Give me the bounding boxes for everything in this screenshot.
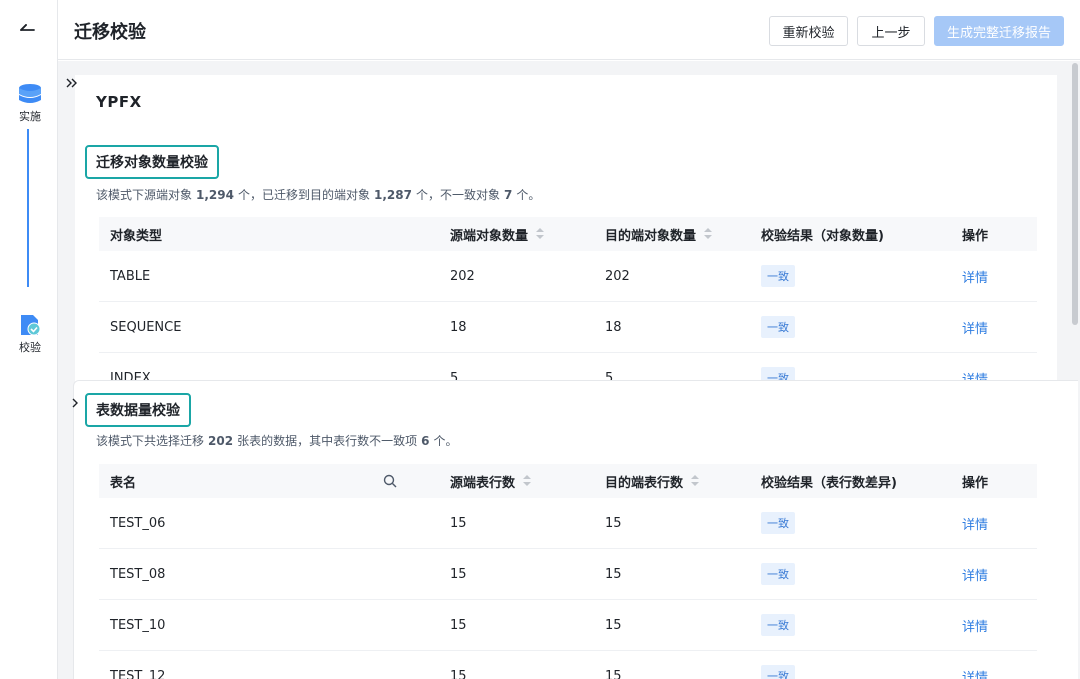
details-link[interactable]: 详情 (962, 600, 988, 650)
back-arrow-icon[interactable] (17, 19, 39, 41)
details-link[interactable]: 详情 (962, 651, 988, 679)
status-badge: 一致 (761, 265, 795, 287)
source-count: 18 (450, 319, 467, 335)
sort-icon[interactable] (536, 228, 545, 240)
sort-icon[interactable] (523, 475, 532, 487)
target-rows: 15 (605, 617, 622, 633)
database-icon (19, 84, 41, 103)
table-name: TEST_08 (110, 566, 166, 582)
sort-icon[interactable] (691, 475, 700, 487)
column-header: 操作 (962, 475, 989, 491)
target-count: 18 (605, 319, 622, 335)
chevron-right-icon[interactable] (70, 396, 80, 410)
target-count: 202 (605, 268, 630, 284)
previous-step-button[interactable]: 上一步 (857, 16, 925, 46)
status-badge: 一致 (761, 563, 795, 585)
source-count: 202 (450, 268, 475, 284)
column-header: 校验结果（表行数差异) (761, 475, 897, 491)
table-header: 表名 源端表行数 目的端表行数 校验结果（表行数差异) 操作 (99, 464, 1037, 498)
column-header: 表名 (110, 475, 137, 491)
scrollbar[interactable] (1072, 63, 1078, 325)
object-count-summary: 该模式下源端对象 1,294 个，已迁移到目的端对象 1,287 个，不一致对象 7 个。 (96, 188, 541, 202)
step-implement[interactable]: 实施 (9, 82, 51, 124)
status-badge: 一致 (761, 316, 795, 338)
details-link[interactable]: 详情 (962, 251, 988, 301)
source-rows: 15 (450, 566, 467, 582)
source-rows: 15 (450, 668, 467, 679)
file-check-icon (21, 315, 41, 336)
column-header-sortable[interactable]: 目的端表行数 (605, 464, 700, 498)
recheck-button[interactable]: 重新校验 (769, 16, 848, 46)
generate-report-button[interactable]: 生成完整迁移报告 (934, 16, 1064, 46)
object-count-table: 对象类型 源端对象数量 目的端对象数量 校验结果（对象数量) 操作 TABLE … (99, 217, 1037, 404)
column-header-sortable[interactable]: 源端对象数量 (450, 217, 545, 251)
status-badge: 一致 (761, 512, 795, 534)
table-row: TEST_12 15 15 一致 详情 (99, 651, 1037, 679)
target-rows: 15 (605, 515, 622, 531)
double-chevron-right-icon[interactable] (64, 76, 78, 90)
table-name: TEST_06 (110, 515, 166, 531)
table-data-summary: 该模式下共选择迁移 202 张表的数据，其中表行数不一致项 6 个。 (96, 434, 458, 448)
status-badge: 一致 (761, 665, 795, 679)
table-name: TEST_10 (110, 617, 166, 633)
search-icon[interactable] (382, 473, 398, 489)
step-connector (27, 129, 29, 287)
table-row: TEST_08 15 15 一致 详情 (99, 549, 1037, 600)
step-verify-label: 校验 (19, 341, 41, 354)
status-badge: 一致 (761, 614, 795, 636)
column-header: 操作 (962, 228, 989, 244)
source-rows: 15 (450, 515, 467, 531)
details-link[interactable]: 详情 (962, 498, 988, 548)
table-row: TEST_06 15 15 一致 详情 (99, 498, 1037, 549)
source-rows: 15 (450, 617, 467, 633)
column-header-sortable[interactable]: 源端表行数 (450, 464, 532, 498)
target-rows: 15 (605, 668, 622, 679)
details-link[interactable]: 详情 (962, 302, 988, 352)
column-header: 校验结果（对象数量) (761, 228, 884, 244)
table-row: TEST_10 15 15 一致 详情 (99, 600, 1037, 651)
table-row: TABLE 202 202 一致 详情 (99, 251, 1037, 302)
object-type: TABLE (110, 268, 151, 284)
step-implement-label: 实施 (19, 110, 41, 123)
step-verify[interactable]: 校验 (9, 313, 51, 355)
table-row: SEQUENCE 18 18 一致 详情 (99, 302, 1037, 353)
column-header: 对象类型 (110, 228, 163, 244)
target-rows: 15 (605, 566, 622, 582)
page-title: 迁移校验 (74, 22, 146, 43)
page-header: 迁移校验 重新校验 上一步 生成完整迁移报告 (58, 0, 1080, 60)
object-count-section-title: 迁移对象数量校验 (85, 145, 219, 179)
step-rail: 实施 校验 (0, 0, 58, 679)
table-header: 对象类型 源端对象数量 目的端对象数量 校验结果（对象数量) 操作 (99, 217, 1037, 251)
details-link[interactable]: 详情 (962, 549, 988, 599)
table-name: TEST_12 (110, 668, 166, 679)
table-data-table: 表名 源端表行数 目的端表行数 校验结果（表行数差异) 操作 TEST_06 1… (99, 464, 1037, 679)
table-data-section-title: 表数据量校验 (85, 393, 191, 427)
schema-name: YPFX (96, 93, 142, 111)
object-type: SEQUENCE (110, 319, 182, 335)
sort-icon[interactable] (704, 228, 713, 240)
column-header-sortable[interactable]: 目的端对象数量 (605, 217, 713, 251)
